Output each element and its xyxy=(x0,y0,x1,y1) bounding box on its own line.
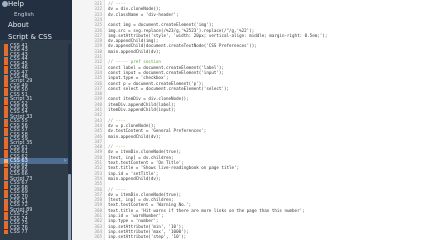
file-item[interactable]: CSS 77 xyxy=(4,229,28,235)
code-editor[interactable]: 321// ---- 322 dv = div.cloneNode(); 323 dv.… xyxy=(72,0,427,240)
line-number: 365 xyxy=(94,234,102,240)
nav-help[interactable]: Help xyxy=(8,0,24,8)
nav-script-css[interactable]: Script & CSS xyxy=(8,33,52,41)
chevron-right-icon: › xyxy=(64,158,66,165)
file-label: CSS 77 xyxy=(10,229,28,236)
sidebar: Help English About Script & CSS CSS 41 CS… xyxy=(0,0,72,240)
sidebar-scrollbar[interactable] xyxy=(68,44,71,240)
code-text: inp.setAttribute('step', '10'); xyxy=(108,234,187,240)
file-icon xyxy=(4,229,8,234)
nav-about[interactable]: About xyxy=(8,21,29,29)
code-line: 365 inp.setAttribute('step', '10'); xyxy=(72,234,427,240)
scrollbar-thumb[interactable] xyxy=(68,174,71,240)
nav-language-english[interactable]: English xyxy=(14,12,34,18)
